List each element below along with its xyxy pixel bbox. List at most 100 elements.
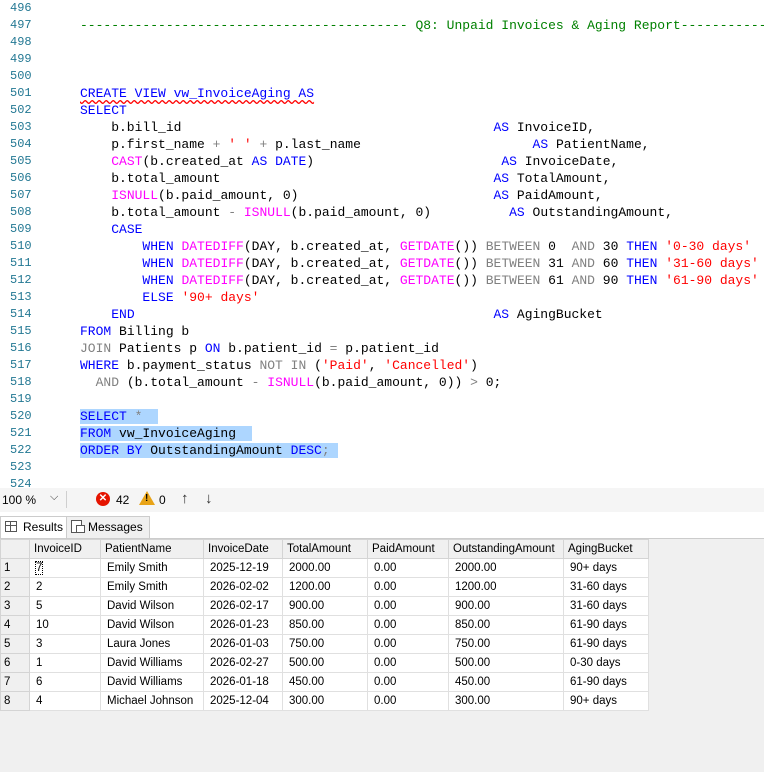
table-cell[interactable]: Emily Smith — [100, 577, 204, 597]
code-line[interactable]: 515 FROM Billing b — [0, 323, 764, 340]
table-cell[interactable]: 61-90 days — [563, 634, 649, 654]
results-grid[interactable]: InvoiceID PatientName InvoiceDate TotalAmou… — [0, 539, 649, 711]
code-line[interactable]: 517 WHERE b.payment_status NOT IN ('Paid'… — [0, 357, 764, 374]
table-cell[interactable]: 2 — [29, 577, 101, 597]
table-cell[interactable]: 900.00 — [282, 596, 368, 616]
column-header[interactable] — [0, 539, 30, 559]
code-line[interactable]: 510 WHEN DATEDIFF(DAY, b.created_at, GET… — [0, 238, 764, 255]
column-header[interactable]: OutstandingAmount — [448, 539, 564, 559]
code-line[interactable]: 500 — [0, 68, 764, 85]
table-cell[interactable]: Michael Johnson — [100, 691, 204, 711]
table-cell[interactable]: 2025-12-04 — [203, 691, 283, 711]
table-cell[interactable]: 1200.00 — [282, 577, 368, 597]
row-number[interactable]: 8 — [0, 691, 30, 711]
table-cell[interactable]: 0.00 — [367, 691, 449, 711]
table-cell[interactable]: 5 — [29, 596, 101, 616]
column-header[interactable]: InvoiceDate — [203, 539, 283, 559]
table-cell[interactable]: 850.00 — [282, 615, 368, 635]
table-cell[interactable]: 2026-02-27 — [203, 653, 283, 673]
table-cell[interactable]: 1 — [29, 653, 101, 673]
table-cell[interactable]: Emily Smith — [100, 558, 204, 578]
table-cell[interactable]: 10 — [29, 615, 101, 635]
table-cell[interactable]: 3 — [29, 634, 101, 654]
table-cell[interactable]: 500.00 — [448, 653, 564, 673]
code-line[interactable]: 509 CASE — [0, 221, 764, 238]
table-cell[interactable]: 500.00 — [282, 653, 368, 673]
code-line[interactable]: 511 WHEN DATEDIFF(DAY, b.created_at, GET… — [0, 255, 764, 272]
table-cell[interactable]: 2000.00 — [448, 558, 564, 578]
code-line[interactable]: 523 — [0, 459, 764, 476]
code-line[interactable]: 514 END AS AgingBucket — [0, 306, 764, 323]
zoom-dropdown[interactable]: 100 % ⌵ — [0, 491, 67, 508]
code-line[interactable]: 512 WHEN DATEDIFF(DAY, b.created_at, GET… — [0, 272, 764, 289]
table-cell[interactable]: 450.00 — [282, 672, 368, 692]
row-number[interactable]: 4 — [0, 615, 30, 635]
code-line[interactable]: 516 JOIN Patients p ON b.patient_id = p.p… — [0, 340, 764, 357]
table-cell[interactable]: 0-30 days — [563, 653, 649, 673]
table-cell[interactable]: 0.00 — [367, 577, 449, 597]
table-cell[interactable]: 2026-01-03 — [203, 634, 283, 654]
table-cell[interactable]: 61-90 days — [563, 615, 649, 635]
tab-messages[interactable]: Messages — [66, 516, 150, 538]
arrow-down-icon[interactable]: ↓ — [205, 490, 213, 507]
table-cell[interactable]: 0.00 — [367, 653, 449, 673]
column-header[interactable]: PaidAmount — [367, 539, 449, 559]
code-line[interactable]: 501 CREATE VIEW vw_InvoiceAging AS — [0, 85, 764, 102]
column-header[interactable]: AgingBucket — [563, 539, 649, 559]
table-cell[interactable]: 2000.00 — [282, 558, 368, 578]
table-row[interactable]: 6 1 David Williams 2026-02-27 500.00 0.00 500.… — [0, 653, 649, 673]
table-cell[interactable]: 4 — [29, 691, 101, 711]
table-cell[interactable]: 0.00 — [367, 672, 449, 692]
code-line[interactable]: 507 ISNULL(b.paid_amount, 0) AS PaidAmou… — [0, 187, 764, 204]
table-cell[interactable]: 7 — [29, 558, 101, 578]
code-line[interactable]: 505 CAST(b.created_at AS DATE) AS Invoic… — [0, 153, 764, 170]
column-header[interactable]: InvoiceID — [29, 539, 101, 559]
table-cell[interactable]: 31-60 days — [563, 596, 649, 616]
column-header[interactable]: PatientName — [100, 539, 204, 559]
row-number[interactable]: 3 — [0, 596, 30, 616]
table-row[interactable]: 3 5 David Wilson 2026-02-17 900.00 0.00 900.00… — [0, 596, 649, 616]
table-cell[interactable]: 750.00 — [448, 634, 564, 654]
table-cell[interactable]: 2026-01-23 — [203, 615, 283, 635]
code-line[interactable]: 522 ORDER BY OutstandingAmount DESC; — [0, 442, 764, 459]
table-cell[interactable]: 1200.00 — [448, 577, 564, 597]
table-row[interactable]: 7 6 David Williams 2026-01-18 450.00 0.00 450.… — [0, 672, 649, 692]
arrow-up-icon[interactable]: ↑ — [181, 490, 189, 507]
tab-results[interactable]: Results — [0, 516, 70, 538]
code-line[interactable]: 524 — [0, 476, 764, 488]
table-cell[interactable]: 61-90 days — [563, 672, 649, 692]
table-cell[interactable]: 31-60 days — [563, 577, 649, 597]
code-line[interactable]: 496 — [0, 0, 764, 17]
code-line[interactable]: 504 p.first_name + ' ' + p.last_name AS … — [0, 136, 764, 153]
table-cell[interactable]: 0.00 — [367, 558, 449, 578]
table-cell[interactable]: 2026-02-02 — [203, 577, 283, 597]
table-cell[interactable]: 0.00 — [367, 596, 449, 616]
table-cell[interactable]: 90+ days — [563, 558, 649, 578]
table-cell[interactable]: David Wilson — [100, 596, 204, 616]
error-icon[interactable]: ✕ — [96, 492, 110, 506]
table-cell[interactable]: 90+ days — [563, 691, 649, 711]
table-cell[interactable]: David Wilson — [100, 615, 204, 635]
table-cell[interactable]: 2025-12-19 — [203, 558, 283, 578]
table-cell[interactable]: 300.00 — [282, 691, 368, 711]
table-cell[interactable]: 450.00 — [448, 672, 564, 692]
table-cell[interactable]: 0.00 — [367, 634, 449, 654]
table-cell[interactable]: 0.00 — [367, 615, 449, 635]
code-line[interactable]: 520 SELECT * — [0, 408, 764, 425]
table-cell[interactable]: David Williams — [100, 672, 204, 692]
table-row[interactable]: 2 2 Emily Smith 2026-02-02 1200.00 0.00 1200.0… — [0, 577, 649, 597]
table-row[interactable]: 5 3 Laura Jones 2026-01-03 750.00 0.00 750.00 6… — [0, 634, 649, 654]
code-line[interactable]: 499 — [0, 51, 764, 68]
code-line[interactable]: 506 b.total_amount AS TotalAmount, — [0, 170, 764, 187]
table-cell[interactable]: 900.00 — [448, 596, 564, 616]
row-number[interactable]: 1 — [0, 558, 30, 578]
table-cell[interactable]: 300.00 — [448, 691, 564, 711]
code-line[interactable]: 497 -------------------------------------… — [0, 17, 764, 34]
row-number[interactable]: 7 — [0, 672, 30, 692]
code-line[interactable]: 498 — [0, 34, 764, 51]
code-line[interactable]: 518 AND (b.total_amount - ISNULL(b.paid_… — [0, 374, 764, 391]
code-line[interactable]: 521 FROM vw_InvoiceAging — [0, 425, 764, 442]
code-line[interactable]: 503 b.bill_id AS InvoiceID, — [0, 119, 764, 136]
table-cell[interactable]: 6 — [29, 672, 101, 692]
table-row[interactable]: 4 10 David Wilson 2026-01-23 850.00 0.00 850.0… — [0, 615, 649, 635]
